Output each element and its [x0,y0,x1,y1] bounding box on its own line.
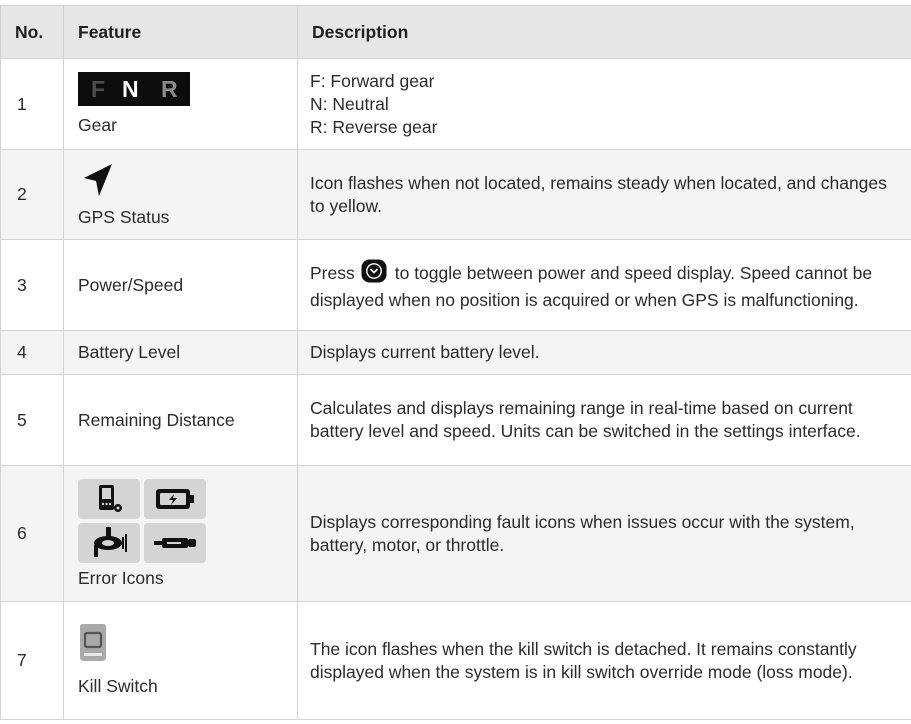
row-number: 7 [0,601,64,720]
description-cell: The icon flashes when the kill switch is… [297,601,911,720]
gear-forward-letter: F [91,75,106,102]
feature-cell: Remaining Distance [63,374,298,466]
motor-error-icon [78,523,140,563]
description-cell: Displays current battery level. [297,330,911,375]
table-row: 4 Battery Level Displays current battery… [0,330,911,375]
gear-reverse-letter: R [161,75,178,102]
column-header-no: No. [0,5,64,59]
feature-label: Power/Speed [78,274,184,295]
description-cell: F: Forward gear N: Neutral R: Reverse ge… [297,58,911,150]
feature-cell: Kill Switch [63,601,298,720]
feature-label: GPS Status [78,207,170,227]
row-number: 2 [0,149,64,240]
row-number: 6 [0,465,64,602]
feature-table: No. Feature Description 1 F N R Gear F: … [0,5,911,720]
description-text-before: Press [310,262,355,283]
table-row: 6 Error Icons Displays corresponding fau… [0,465,911,602]
error-icons-grid [78,479,297,563]
system-error-icon [78,479,140,519]
throttle-error-icon [144,523,206,563]
feature-label: Gear [78,114,117,135]
kill-switch-icon [78,623,297,669]
feature-cell: GPS Status [63,149,298,240]
battery-error-icon [144,479,206,519]
column-header-description: Description [297,5,911,59]
feature-label: Remaining Distance [78,409,235,430]
feature-cell: Battery Level [63,330,298,375]
feature-label: Error Icons [78,568,164,588]
description-cell: Press to toggle between power and speed d… [297,239,911,331]
description-cell: Icon flashes when not located, remains s… [297,149,911,240]
row-number: 3 [0,239,64,331]
description-cell: Calculates and displays remaining range … [297,374,911,466]
feature-cell: Power/Speed [63,239,298,331]
feature-label: Kill Switch [78,676,158,696]
description-line: R: Reverse gear [310,116,438,137]
row-number: 5 [0,374,64,466]
gear-indicator-icon: F N R [78,71,190,106]
description-line: N: Neutral [310,93,389,114]
table-header-row: No. Feature Description [0,5,911,59]
column-header-feature: Feature [63,5,298,59]
gps-arrow-icon [78,160,297,206]
table-row: 2 GPS Status Icon flashes when not locat… [0,149,911,240]
row-number: 1 [0,58,64,150]
feature-cell: F N R Gear [63,58,298,150]
description-cell: Displays corresponding fault icons when … [297,465,911,602]
table-row: 7 Kill Switch The icon flashes when the … [0,601,911,720]
gear-neutral-letter: N [122,75,139,102]
description-line: F: Forward gear [310,70,435,91]
table-row: 3 Power/Speed Press to toggle between pow… [0,239,911,331]
row-number: 4 [0,330,64,375]
feature-label: Battery Level [78,342,181,362]
chevron-down-button-icon [361,259,387,289]
feature-cell: Error Icons [63,465,298,602]
table-row: 5 Remaining Distance Calculates and disp… [0,374,911,466]
table-row: 1 F N R Gear F: Forward gear N: Neutral … [0,58,911,150]
description-text-after: to toggle between power and speed displa… [310,262,873,310]
